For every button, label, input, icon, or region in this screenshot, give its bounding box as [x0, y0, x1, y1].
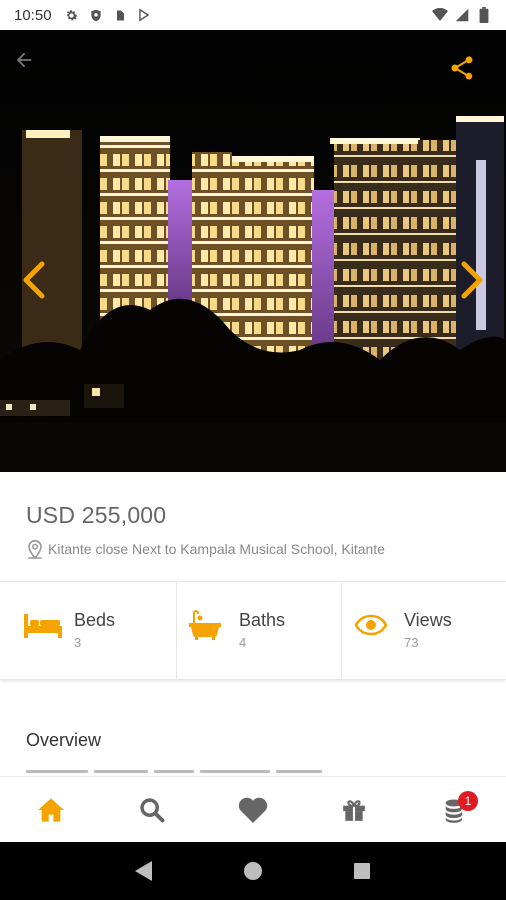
gift-icon: [343, 799, 366, 821]
status-bar: 10:50: [0, 0, 506, 30]
bottom-navigation: 1: [0, 776, 506, 842]
location-text: Kitante close Next to Kampala Musical Sc…: [48, 541, 385, 557]
nav-favorites[interactable]: [202, 777, 303, 843]
play-store-icon: [136, 7, 152, 23]
nav-home[interactable]: [0, 777, 101, 843]
next-photo-button[interactable]: [456, 258, 488, 302]
listing-price: USD 255,000: [26, 502, 167, 528]
nav-search[interactable]: [101, 777, 202, 843]
home-icon: [37, 797, 64, 822]
stat-beds: Beds 3: [0, 582, 177, 679]
share-icon: [451, 56, 473, 80]
chevron-left-icon: [23, 261, 45, 299]
arrow-back-icon: [16, 52, 32, 68]
status-time: 10:50: [14, 6, 52, 24]
back-button[interactable]: [10, 46, 38, 74]
bathtub-icon: [189, 610, 229, 640]
status-icons-left: [64, 7, 152, 23]
listing-summary: USD 255,000 Kitante close Next to Kampal…: [0, 472, 506, 580]
share-button[interactable]: [446, 52, 478, 84]
shield-icon: [88, 7, 104, 23]
sim-card-icon: [112, 7, 128, 23]
stat-views-value: 73: [404, 635, 419, 650]
gear-icon: [64, 7, 80, 23]
previous-photo-button[interactable]: [18, 258, 50, 302]
signal-icon: [454, 7, 470, 23]
stat-baths: Baths 4: [177, 582, 342, 679]
location-pin-icon: [26, 538, 44, 560]
stat-beds-value: 3: [74, 635, 82, 650]
stat-baths-label: Baths: [239, 610, 286, 630]
property-photo-carousel[interactable]: [0, 30, 506, 472]
system-recents-button[interactable]: [347, 856, 377, 886]
circle-home-icon: [243, 862, 262, 880]
chevron-right-icon: [461, 261, 483, 299]
eye-icon: [354, 610, 394, 640]
battery-icon: [476, 7, 492, 23]
nav-coins[interactable]: 1: [405, 777, 506, 843]
stat-baths-value: 4: [239, 635, 247, 650]
system-navigation-bar: [0, 842, 506, 900]
building-sign-glow: [476, 160, 486, 330]
system-home-button[interactable]: [238, 856, 268, 886]
heart-icon: [238, 797, 268, 823]
property-photo: [0, 30, 506, 472]
triangle-back-icon: [135, 861, 153, 881]
nav-rewards[interactable]: [304, 777, 405, 843]
stat-beds-label: Beds: [74, 610, 116, 630]
coins-badge: 1: [458, 790, 479, 811]
status-icons-right: [432, 7, 492, 23]
stat-views-label: Views: [404, 610, 452, 630]
overview-heading: Overview: [26, 730, 102, 750]
system-back-button[interactable]: [129, 856, 159, 886]
bed-icon: [24, 610, 64, 640]
search-icon: [140, 797, 165, 822]
stat-views: Views 73: [342, 582, 506, 679]
wifi-icon: [432, 7, 448, 23]
property-stats: Beds 3 Baths 4 Views 73: [0, 581, 506, 680]
listing-location: Kitante close Next to Kampala Musical Sc…: [26, 538, 480, 560]
square-recents-icon: [353, 863, 370, 879]
